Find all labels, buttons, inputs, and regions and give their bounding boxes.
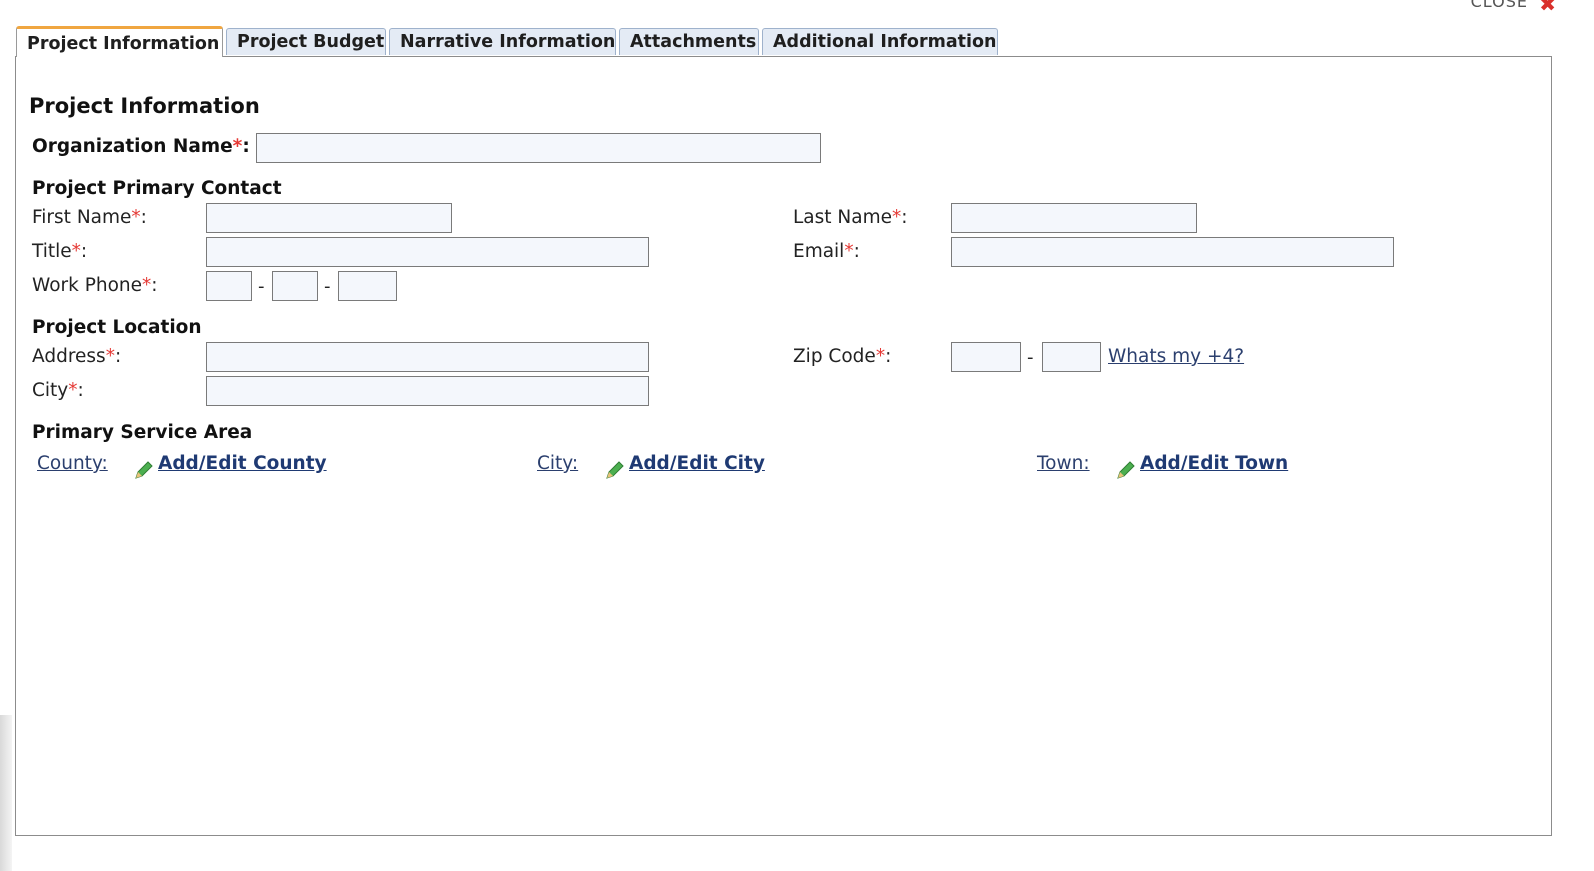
email-label: Email*: xyxy=(793,241,860,262)
county-label-link[interactable]: County: xyxy=(37,453,108,474)
required-marker: * xyxy=(71,241,81,262)
page-title: Project Information xyxy=(29,94,260,118)
required-marker: * xyxy=(232,136,243,157)
close-x-icon[interactable]: ✖ xyxy=(1539,0,1556,16)
required-marker: * xyxy=(844,241,854,262)
required-marker: * xyxy=(892,207,902,228)
pencil-icon[interactable] xyxy=(604,459,626,481)
project-location-heading: Project Location xyxy=(32,317,202,338)
tab-project-budget[interactable]: Project Budget xyxy=(226,28,386,55)
phone-separator: - xyxy=(258,276,265,297)
required-marker: * xyxy=(142,275,152,296)
tab-attachments[interactable]: Attachments xyxy=(619,28,759,55)
address-label: Address*: xyxy=(32,346,122,367)
required-marker: * xyxy=(68,380,78,401)
required-marker: * xyxy=(131,207,141,228)
zip5-input[interactable] xyxy=(951,342,1021,372)
email-input[interactable] xyxy=(951,237,1394,267)
work-phone-prefix-input[interactable] xyxy=(272,271,318,301)
zip4-input[interactable] xyxy=(1042,342,1101,372)
tab-project-information[interactable]: Project Information xyxy=(16,26,223,57)
phone-separator: - xyxy=(324,276,331,297)
required-marker: * xyxy=(105,346,115,367)
city-label: City*: xyxy=(32,380,84,401)
organization-name-input[interactable] xyxy=(256,133,821,163)
add-edit-town-link[interactable]: Add/Edit Town xyxy=(1140,453,1288,474)
title-label: Title*: xyxy=(32,241,88,262)
work-phone-line-input[interactable] xyxy=(338,271,397,301)
tab-narrative-information[interactable]: Narrative Information xyxy=(389,28,616,55)
address-input[interactable] xyxy=(206,342,649,372)
whats-my-plus4-link[interactable]: Whats my +4? xyxy=(1108,346,1244,367)
last-name-input[interactable] xyxy=(951,203,1197,233)
zip-code-label: Zip Code*: xyxy=(793,346,892,367)
last-name-label: Last Name*: xyxy=(793,207,908,228)
tab-additional-information[interactable]: Additional Information xyxy=(762,28,998,55)
page-edge-shadow xyxy=(0,715,12,871)
town-label-link[interactable]: Town: xyxy=(1037,453,1090,474)
form-panel xyxy=(15,56,1552,836)
first-name-input[interactable] xyxy=(206,203,452,233)
primary-service-area-heading: Primary Service Area xyxy=(32,422,253,443)
add-edit-city-link[interactable]: Add/Edit City xyxy=(629,453,765,474)
work-phone-area-input[interactable] xyxy=(206,271,252,301)
organization-name-label: Organization Name*: xyxy=(32,136,250,157)
title-input[interactable] xyxy=(206,237,649,267)
pencil-icon[interactable] xyxy=(133,459,155,481)
required-marker: * xyxy=(875,346,886,367)
work-phone-label: Work Phone*: xyxy=(32,275,158,296)
primary-contact-heading: Project Primary Contact xyxy=(32,178,282,199)
city-input[interactable] xyxy=(206,376,649,406)
pencil-icon[interactable] xyxy=(1115,459,1137,481)
close-link[interactable]: CLOSE xyxy=(1471,0,1528,11)
city-area-label-link[interactable]: City: xyxy=(537,453,578,474)
first-name-label: First Name*: xyxy=(32,207,147,228)
add-edit-county-link[interactable]: Add/Edit County xyxy=(158,453,327,474)
zip-separator: - xyxy=(1027,347,1034,368)
